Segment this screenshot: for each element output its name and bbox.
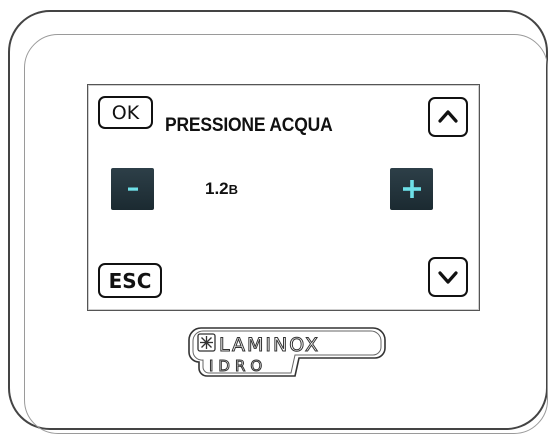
scroll-up-button[interactable]: [428, 97, 468, 137]
display-screen: OK PRESSIONE ACQUA 1.2B ESC: [87, 84, 480, 311]
decrease-button[interactable]: [111, 168, 154, 210]
ok-button-label: OK: [111, 101, 140, 124]
esc-button[interactable]: ESC: [98, 263, 162, 298]
chevron-up-icon: [438, 110, 458, 123]
pressure-number: 1.2: [205, 179, 229, 198]
esc-button-label: ESC: [108, 268, 152, 293]
ok-button[interactable]: OK: [98, 96, 153, 129]
pressure-value: 1.2B: [205, 179, 238, 199]
sub-brand-text: IDRO: [209, 357, 267, 375]
minus-icon: [127, 187, 138, 191]
plus-icon: [402, 180, 421, 198]
scroll-down-button[interactable]: [428, 257, 468, 297]
chevron-down-icon: [438, 271, 458, 284]
pressure-unit: B: [228, 182, 239, 197]
page-title: PRESSIONE ACQUA: [165, 115, 333, 136]
brand-text: LAMINOX: [219, 334, 320, 356]
increase-button[interactable]: [390, 168, 433, 210]
laminox-idro-logo: LAMINOX IDRO: [188, 327, 386, 377]
